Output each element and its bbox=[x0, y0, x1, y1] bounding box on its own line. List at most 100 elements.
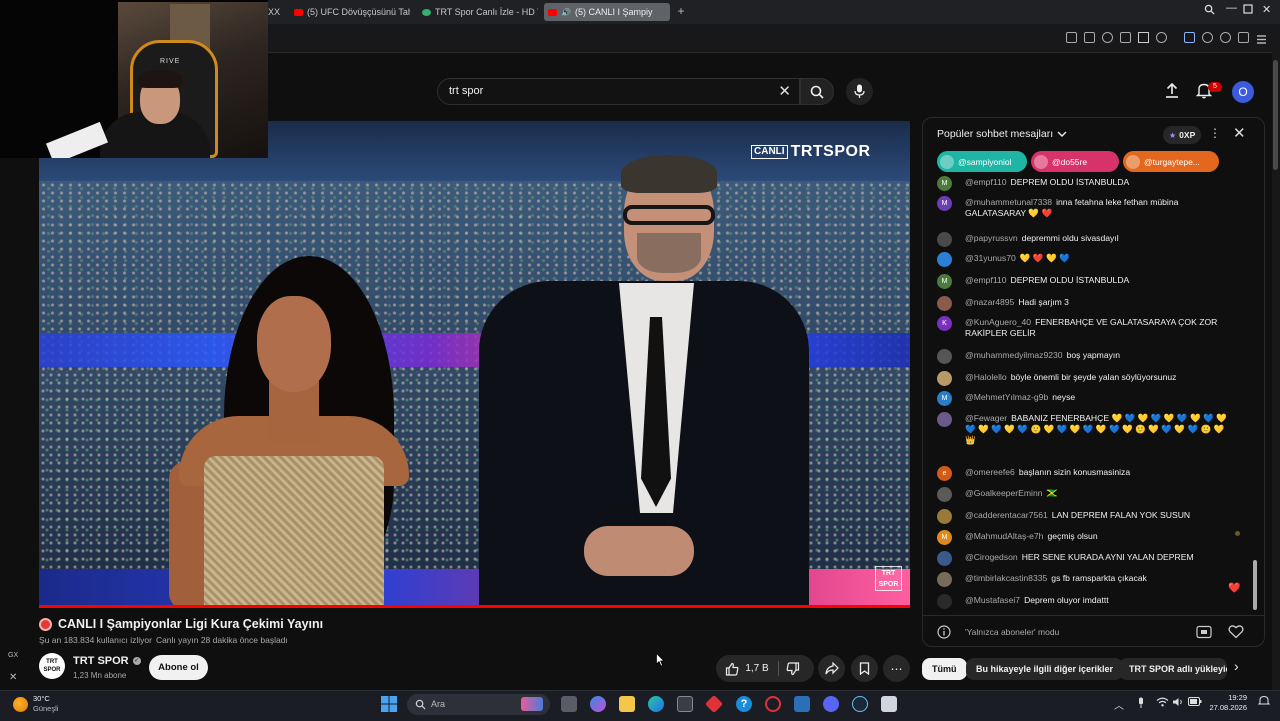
chat-avatar[interactable] bbox=[937, 232, 952, 247]
chat-avatar[interactable]: M bbox=[937, 196, 952, 211]
pinned-chip-1[interactable]: @sampiyoniol bbox=[937, 151, 1027, 172]
store-icon[interactable] bbox=[677, 696, 693, 712]
pinned-chip-2[interactable]: @do55re bbox=[1031, 151, 1119, 172]
weather-sun-icon[interactable] bbox=[13, 697, 28, 712]
chat-mode-dropdown[interactable]: Popüler sohbet mesajları bbox=[937, 128, 1067, 140]
download-icon[interactable] bbox=[1238, 32, 1249, 43]
chat-author[interactable]: @31yunus70 bbox=[965, 253, 1016, 263]
upload-icon[interactable] bbox=[1164, 82, 1182, 100]
opera-gx-icon[interactable] bbox=[765, 696, 781, 712]
chat-author[interactable]: @papyrussvn bbox=[965, 233, 1018, 243]
channel-name-row[interactable]: TRT SPOR ✓ bbox=[73, 655, 141, 667]
heart-icon[interactable] bbox=[1228, 624, 1244, 639]
share-button[interactable] bbox=[818, 655, 845, 682]
heart-reaction-icon[interactable]: ❤️ bbox=[1228, 583, 1240, 594]
chip-related[interactable]: Bu hikayeyle ilgili diğer içerikler bbox=[966, 658, 1124, 680]
translate-icon[interactable] bbox=[1120, 32, 1131, 43]
task-view-icon[interactable] bbox=[561, 696, 577, 712]
xp-badge[interactable]: ★ 0XP bbox=[1163, 126, 1202, 144]
search-button[interactable] bbox=[800, 78, 834, 105]
chat-author[interactable]: @omereefe6 bbox=[965, 467, 1015, 477]
chat-avatar[interactable] bbox=[937, 412, 952, 427]
chat-avatar[interactable]: M bbox=[937, 391, 952, 406]
new-tab-button[interactable]: + bbox=[674, 4, 688, 18]
browser-tab-trt[interactable]: TRT Spor Canlı İzle - HD Y bbox=[418, 3, 538, 21]
chat-avatar[interactable] bbox=[937, 371, 952, 386]
video-progress-bar[interactable] bbox=[39, 605, 910, 608]
chat-avatar[interactable] bbox=[937, 296, 952, 311]
chat-author[interactable]: @empf110 bbox=[965, 177, 1007, 187]
maximize-icon[interactable] bbox=[1243, 4, 1253, 17]
wifi-icon[interactable] bbox=[1156, 697, 1169, 710]
heart-icon[interactable] bbox=[1156, 32, 1167, 43]
chat-avatar[interactable]: M bbox=[937, 530, 952, 545]
discord-icon[interactable] bbox=[823, 696, 839, 712]
chat-author[interactable]: @MehmetYılmaz-g9b bbox=[965, 392, 1048, 402]
chat-avatar[interactable]: e bbox=[937, 466, 952, 481]
shield-icon[interactable] bbox=[1102, 32, 1113, 43]
chat-author[interactable]: @MahmudAltaş-e7h bbox=[965, 531, 1043, 541]
chat-author[interactable]: @empf110 bbox=[965, 275, 1007, 285]
chat-author[interactable]: @Mustafasei7 bbox=[965, 595, 1020, 605]
volume-tray-icon[interactable] bbox=[1172, 697, 1184, 710]
sidebar-close-icon[interactable]: ✕ bbox=[9, 672, 17, 683]
microphone-tray-icon[interactable] bbox=[1137, 697, 1145, 712]
channel-name[interactable]: TRT SPOR bbox=[73, 655, 129, 667]
pinned-chip-3[interactable]: @turgaytepe... bbox=[1123, 151, 1219, 172]
file-explorer-icon[interactable] bbox=[619, 696, 635, 712]
search-tabs-icon[interactable] bbox=[1204, 4, 1215, 18]
menu-icon[interactable] bbox=[1256, 32, 1267, 44]
profile-icon[interactable] bbox=[1220, 32, 1231, 43]
chat-author[interactable]: @KunAguero_40 bbox=[965, 317, 1031, 327]
chat-menu-icon[interactable]: ⋮ bbox=[1209, 126, 1221, 140]
chat-author[interactable]: @nazar4895 bbox=[965, 297, 1014, 307]
sticker-icon[interactable] bbox=[1196, 625, 1212, 639]
like-button[interactable]: 1,7 B bbox=[716, 655, 778, 682]
notification-center-icon[interactable] bbox=[1257, 695, 1271, 710]
tray-chevron-up-icon[interactable]: ︿ bbox=[1114, 697, 1124, 712]
chat-avatar[interactable]: K bbox=[937, 316, 952, 331]
browser-tab-ufc[interactable]: (5) UFC Dövüşçüsünü Tah bbox=[290, 3, 410, 21]
chat-author[interactable]: @timbirlakcastin8335 bbox=[965, 573, 1047, 583]
chat-avatar[interactable]: M bbox=[937, 176, 952, 191]
chat-avatar[interactable] bbox=[937, 509, 952, 524]
help-icon[interactable]: ? bbox=[736, 696, 752, 712]
app-window-icon[interactable] bbox=[881, 696, 897, 712]
minimize-icon[interactable]: — bbox=[1226, 2, 1237, 14]
info-icon[interactable] bbox=[937, 625, 951, 639]
chat-author[interactable]: @Fewager bbox=[965, 413, 1007, 423]
chat-avatar[interactable] bbox=[937, 572, 952, 587]
chat-close-icon[interactable]: ✕ bbox=[1233, 124, 1246, 142]
chat-avatar[interactable] bbox=[937, 594, 952, 609]
chat-author[interactable]: @muhammetunal7338 bbox=[965, 197, 1052, 207]
chat-author[interactable]: @Halolello bbox=[965, 372, 1007, 382]
channel-avatar[interactable]: TRT SPOR bbox=[39, 653, 65, 679]
volume-icon[interactable] bbox=[1184, 32, 1195, 43]
chat-scrollbar[interactable] bbox=[1253, 560, 1257, 610]
chat-author[interactable]: @cadderentacar7561 bbox=[965, 510, 1048, 520]
video-player[interactable]: CANLI TRTSPOR TRT SPOR bbox=[39, 121, 910, 608]
dislike-button[interactable] bbox=[786, 660, 804, 678]
subscribe-button[interactable]: Abone ol bbox=[149, 655, 208, 680]
edge-browser-icon[interactable] bbox=[648, 696, 664, 712]
battery-icon[interactable] bbox=[1188, 697, 1202, 709]
close-window-icon[interactable]: ✕ bbox=[1262, 3, 1271, 16]
browser-tab-active[interactable]: 🔊 (5) CANLI I Şampiy bbox=[544, 3, 670, 21]
search-box[interactable]: trt spor ✕ bbox=[437, 78, 800, 105]
chip-uploader[interactable]: TRT SPOR adlı yükleyic bbox=[1119, 658, 1227, 680]
chat-avatar[interactable] bbox=[937, 349, 952, 364]
taskbar-search[interactable]: Ara bbox=[407, 694, 550, 715]
more-actions-button[interactable]: ⋯ bbox=[883, 655, 910, 682]
search-input[interactable]: trt spor bbox=[449, 85, 483, 97]
chat-avatar[interactable] bbox=[937, 487, 952, 502]
chat-author[interactable]: @muhammedyilmaz9230 bbox=[965, 350, 1063, 360]
play-icon[interactable] bbox=[1138, 32, 1149, 43]
chip-all[interactable]: Tümü bbox=[922, 658, 967, 680]
extension-icon[interactable] bbox=[1084, 32, 1095, 43]
bookmark-icon[interactable] bbox=[1066, 32, 1077, 43]
windows-start-icon[interactable] bbox=[381, 696, 397, 712]
taskbar-clock[interactable]: 19:29 27.08.2026 bbox=[1203, 693, 1247, 713]
chat-avatar[interactable] bbox=[937, 252, 952, 267]
clear-search-icon[interactable]: ✕ bbox=[778, 82, 791, 100]
chat-avatar[interactable] bbox=[937, 551, 952, 566]
